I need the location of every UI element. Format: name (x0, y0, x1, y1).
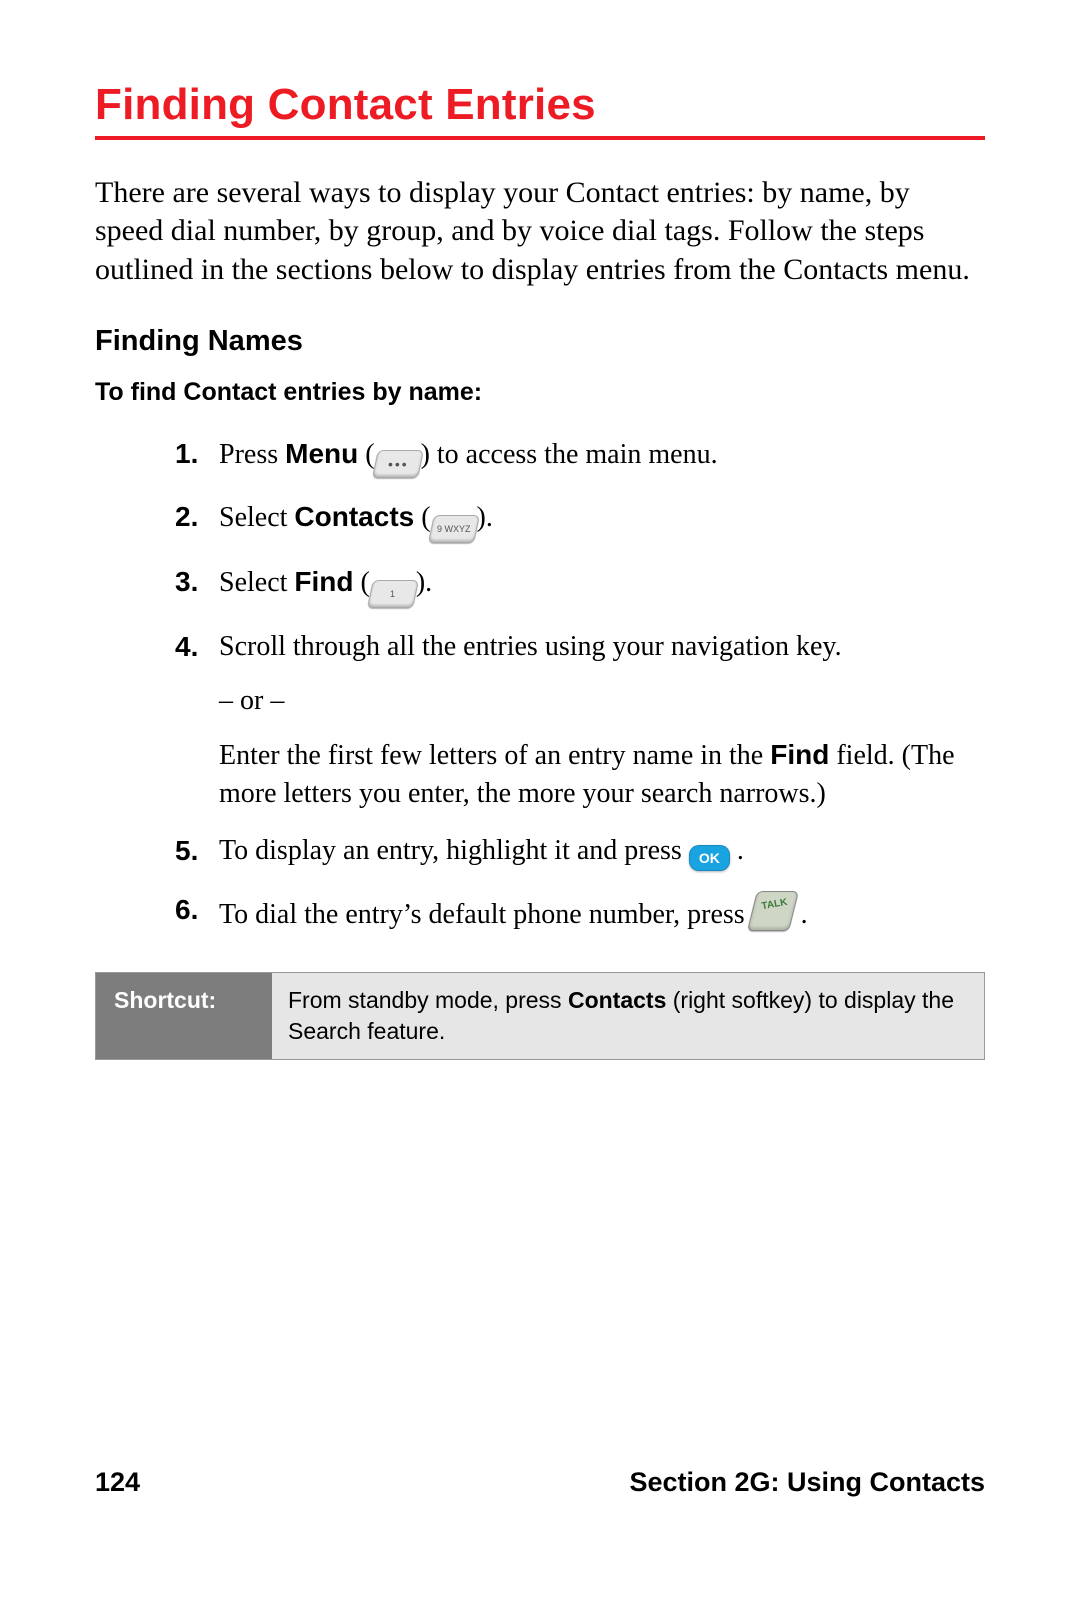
step-2-text-a: Select (219, 502, 294, 533)
step-4-alt: Enter the first few letters of an entry … (219, 736, 985, 813)
step-3-text-a: Select (219, 567, 294, 598)
ok-button-icon: OK (689, 845, 730, 871)
step-4-find-word: Find (770, 739, 829, 770)
steps-list: Press Menu (•••) to access the main menu… (95, 435, 985, 934)
title-rule (95, 136, 985, 140)
step-1-text-a: Press (219, 439, 285, 470)
step-4-alt-a: Enter the first few letters of an entry … (219, 740, 770, 771)
page-title: Finding Contact Entries (95, 80, 985, 130)
subheading-finding-names: Finding Names (95, 325, 985, 358)
page-number: 124 (95, 1467, 140, 1498)
talk-key-icon: TALK (747, 891, 799, 931)
nine-key-icon: 9 WXYZ (428, 515, 480, 543)
step-4-text: Scroll through all the entries using you… (219, 631, 842, 662)
shortcut-body: From standby mode, press Contacts (right… (272, 973, 984, 1059)
step-3: Select Find (1). (175, 563, 985, 608)
page-footer: 124 Section 2G: Using Contacts (95, 1467, 985, 1498)
step-4: Scroll through all the entries using you… (175, 628, 985, 812)
shortcut-label: Shortcut: (96, 973, 272, 1059)
step-6: To dial the entry’s default phone number… (175, 891, 985, 934)
procedure-heading: To find Contact entries by name: (95, 378, 985, 407)
step-2-contacts-word: Contacts (294, 501, 414, 532)
step-5: To display an entry, highlight it and pr… (175, 832, 985, 871)
one-key-icon: 1 (367, 580, 419, 608)
step-1: Press Menu (•••) to access the main menu… (175, 435, 985, 478)
step-1-text-c: to access the main menu. (430, 439, 718, 470)
step-3-find-word: Find (294, 566, 353, 597)
shortcut-contacts-word: Contacts (568, 987, 666, 1013)
shortcut-body-a: From standby mode, press (288, 987, 568, 1013)
step-1-menu-word: Menu (285, 438, 358, 469)
step-5-text: To display an entry, highlight it and pr… (219, 835, 689, 866)
section-label: Section 2G: Using Contacts (629, 1467, 985, 1498)
step-4-or: – or – (219, 682, 985, 720)
menu-key-icon: ••• (372, 450, 424, 478)
step-6-text: To dial the entry’s default phone number… (219, 899, 752, 930)
step-2: Select Contacts (9 WXYZ). (175, 498, 985, 543)
shortcut-box: Shortcut: From standby mode, press Conta… (95, 972, 985, 1060)
intro-paragraph: There are several ways to display your C… (95, 174, 985, 289)
